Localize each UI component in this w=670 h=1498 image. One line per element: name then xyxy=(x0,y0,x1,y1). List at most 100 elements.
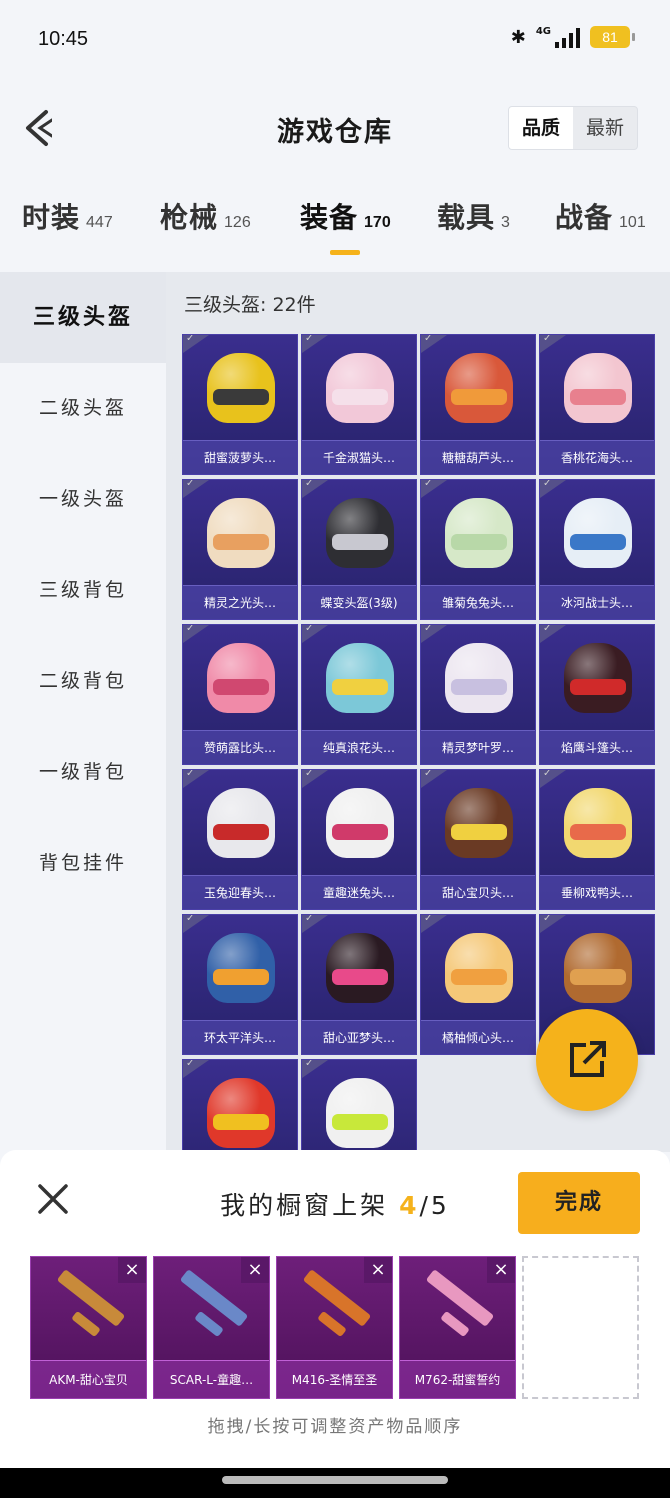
helmet-visor xyxy=(451,389,507,405)
helmet-visor xyxy=(451,824,507,840)
helmet-visor xyxy=(213,389,269,405)
share-button[interactable] xyxy=(536,1009,638,1111)
remove-icon[interactable]: × xyxy=(118,1257,146,1283)
network-type: 4G xyxy=(535,26,551,37)
sidebar-item-level1-backpack[interactable]: 一级背包 xyxy=(0,727,166,818)
status-bar: 10:45 ✱ 4G 81 xyxy=(0,0,670,80)
share-icon xyxy=(570,1041,606,1077)
tab-supplies[interactable]: 战备 101 xyxy=(555,196,646,236)
helmet-item-card[interactable]: 精灵梦叶罗… xyxy=(420,624,536,765)
showcase-slot[interactable]: × M416-圣情至圣 xyxy=(276,1256,393,1399)
helmet-image xyxy=(326,1078,394,1148)
helmet-visor xyxy=(570,679,626,695)
done-button[interactable]: 完成 xyxy=(518,1172,640,1234)
helmet-visor xyxy=(570,824,626,840)
helmet-visor xyxy=(213,679,269,695)
helmet-image xyxy=(445,498,513,568)
home-indicator[interactable] xyxy=(222,1476,448,1484)
helmet-item-card[interactable]: 童趣迷兔头… xyxy=(301,769,417,910)
item-name: 橘柚倾心头… xyxy=(421,1020,535,1054)
helmet-item-card[interactable]: 蝶变头盔(3级) xyxy=(301,479,417,620)
empty-showcase-slot[interactable] xyxy=(522,1256,639,1399)
gun-image-detail xyxy=(317,1310,347,1338)
helmet-item-card[interactable]: 糖糖葫芦头… xyxy=(420,334,536,475)
showcase-slot[interactable]: × SCAR-L-童趣… xyxy=(153,1256,270,1399)
item-name: 纯真浪花头… xyxy=(302,730,416,764)
helmet-item-card[interactable]: 焰鹰斗篷头… xyxy=(539,624,655,765)
helmet-item-card[interactable] xyxy=(182,1059,298,1152)
helmet-item-card[interactable]: 环太平洋头… xyxy=(182,914,298,1055)
sort-newest-button[interactable]: 最新 xyxy=(573,107,637,149)
check-icon xyxy=(302,480,328,498)
gun-image-detail xyxy=(194,1310,224,1338)
tab-vehicles[interactable]: 载具 3 xyxy=(437,196,510,236)
item-name: 垂柳戏鸭头… xyxy=(540,875,654,909)
helmet-visor xyxy=(570,534,626,550)
helmet-image xyxy=(207,1078,275,1148)
helmet-image xyxy=(207,498,275,568)
showcase-slot[interactable]: × AKM-甜心宝贝 xyxy=(30,1256,147,1399)
helmet-image xyxy=(326,788,394,858)
item-name: 糖糖葫芦头… xyxy=(421,440,535,474)
helmet-item-card[interactable]: 纯真浪花头… xyxy=(301,624,417,765)
item-name: 冰河战士头… xyxy=(540,585,654,619)
sidebar-item-level3-helmet[interactable]: 三级头盔 xyxy=(0,272,166,363)
helmet-image xyxy=(564,498,632,568)
helmet-visor xyxy=(570,389,626,405)
helmet-item-card[interactable]: 雏菊兔兔头… xyxy=(420,479,536,620)
tab-guns[interactable]: 枪械 126 xyxy=(160,196,251,236)
sidebar-item-level2-helmet[interactable]: 二级头盔 xyxy=(0,363,166,454)
item-name: 千金淑猫头… xyxy=(302,440,416,474)
check-icon xyxy=(302,1060,328,1078)
check-icon xyxy=(540,335,566,353)
sidebar-item-level1-helmet[interactable]: 一级头盔 xyxy=(0,454,166,545)
sidebar-item-backpack-pendant[interactable]: 背包挂件 xyxy=(0,818,166,909)
remove-icon[interactable]: × xyxy=(241,1257,269,1283)
item-name: 玉兔迎春头… xyxy=(183,875,297,909)
showcase-slot[interactable]: × M762-甜蜜誓约 xyxy=(399,1256,516,1399)
tab-label: 枪械 xyxy=(160,201,219,234)
helmet-visor xyxy=(570,969,626,985)
helmet-item-card[interactable]: 香桃花海头… xyxy=(539,334,655,475)
helmet-visor xyxy=(213,534,269,550)
helmet-item-card[interactable]: 垂柳戏鸭头… xyxy=(539,769,655,910)
sort-quality-button[interactable]: 品质 xyxy=(509,107,573,149)
helmet-image xyxy=(207,788,275,858)
check-icon xyxy=(421,335,447,353)
tab-count: 126 xyxy=(224,214,251,231)
check-icon xyxy=(183,1060,209,1078)
helmet-item-card[interactable]: 甜蜜菠萝头… xyxy=(182,334,298,475)
sidebar-item-level3-backpack[interactable]: 三级背包 xyxy=(0,545,166,636)
helmet-item-card[interactable]: 赞萌露比头… xyxy=(182,624,298,765)
check-icon xyxy=(183,770,209,788)
showcase-total-count: /5 xyxy=(419,1191,450,1220)
sidebar-item-level2-backpack[interactable]: 二级背包 xyxy=(0,636,166,727)
helmet-item-card[interactable] xyxy=(301,1059,417,1152)
helmet-visor xyxy=(332,679,388,695)
helmet-item-card[interactable]: 玉兔迎春头… xyxy=(182,769,298,910)
slot-item-name: SCAR-L-童趣… xyxy=(154,1360,269,1398)
remove-icon[interactable]: × xyxy=(364,1257,392,1283)
helmet-item-card[interactable]: 冰河战士头… xyxy=(539,479,655,620)
helmet-item-card[interactable]: 千金淑猫头… xyxy=(301,334,417,475)
tab-equipment[interactable]: 装备 170 xyxy=(300,196,391,236)
tab-fashion[interactable]: 时装 447 xyxy=(22,196,113,236)
battery-icon: 81 xyxy=(590,26,635,48)
check-icon xyxy=(540,625,566,643)
item-name: 童趣迷兔头… xyxy=(302,875,416,909)
helmet-visor xyxy=(332,1114,388,1130)
helmet-item-card[interactable]: 橘柚倾心头… xyxy=(420,914,536,1055)
helmet-item-card[interactable]: 甜心亚梦头… xyxy=(301,914,417,1055)
helmet-item-card[interactable]: 甜心宝贝头… xyxy=(420,769,536,910)
gun-image xyxy=(302,1269,372,1327)
showcase-slots: × AKM-甜心宝贝 × SCAR-L-童趣… × M416-圣情至圣 × M762-甜蜜誓约 xyxy=(30,1256,642,1400)
tab-label: 装备 xyxy=(300,201,359,234)
tab-label: 战备 xyxy=(555,201,614,234)
tab-count: 447 xyxy=(86,214,113,231)
item-name: 甜心亚梦头… xyxy=(302,1020,416,1054)
helmet-visor xyxy=(451,534,507,550)
tab-count: 170 xyxy=(364,214,391,231)
remove-icon[interactable]: × xyxy=(487,1257,515,1283)
helmet-visor xyxy=(213,824,269,840)
helmet-item-card[interactable]: 精灵之光头… xyxy=(182,479,298,620)
